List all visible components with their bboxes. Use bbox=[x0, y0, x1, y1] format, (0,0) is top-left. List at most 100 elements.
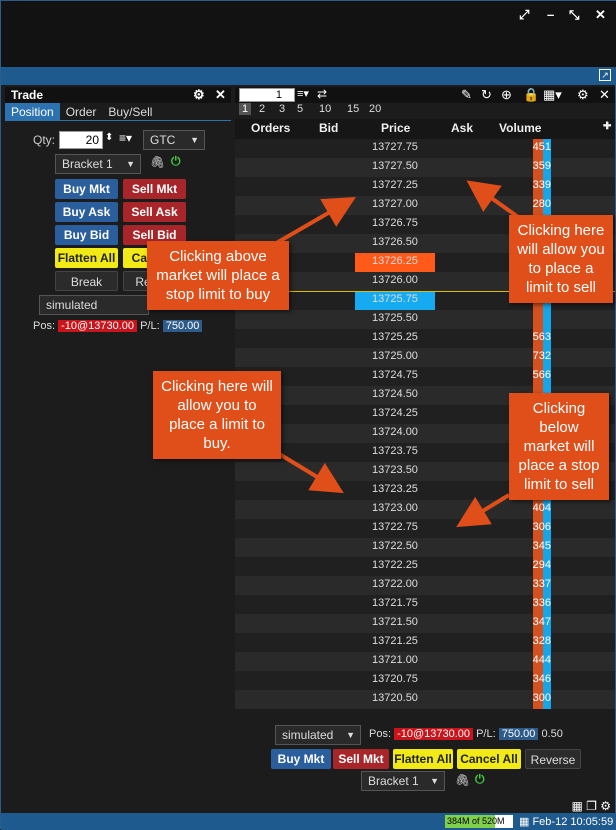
ladder-row[interactable]: 13722.25 294 bbox=[235, 557, 615, 576]
qty-input[interactable]: 20 bbox=[59, 131, 103, 149]
ladder-row[interactable]: 13721.00 444 bbox=[235, 652, 615, 671]
col-ask[interactable]: Ask bbox=[451, 121, 473, 135]
ladder-row[interactable]: 13724.75 566 bbox=[235, 367, 615, 386]
account-select[interactable]: simulated bbox=[39, 295, 149, 315]
lock-icon[interactable]: 🔒 bbox=[523, 87, 539, 103]
gear-icon[interactable]: ⚙ bbox=[600, 799, 611, 813]
ladder-sell-mkt-button[interactable]: Sell Mkt bbox=[333, 749, 389, 769]
close-icon[interactable]: ✕ bbox=[215, 87, 226, 103]
close-icon[interactable]: ✕ bbox=[595, 7, 606, 23]
gear-icon[interactable]: ⚙ bbox=[193, 87, 205, 103]
ladder-row[interactable]: 13727.50 359 bbox=[235, 158, 615, 177]
price-cell[interactable]: 13722.00 bbox=[355, 578, 435, 590]
price-cell[interactable]: 13723.50 bbox=[355, 464, 435, 476]
close-icon[interactable]: ✕ bbox=[599, 87, 610, 103]
ladder-flatten-all-button[interactable]: Flatten All bbox=[393, 749, 453, 769]
ladder-row[interactable]: 13722.00 337 bbox=[235, 576, 615, 595]
interval-2[interactable]: 2 bbox=[259, 103, 265, 115]
price-cell[interactable]: 13723.75 bbox=[355, 445, 435, 457]
ladder-bracket-select[interactable]: Bracket 1 ▼ bbox=[361, 771, 445, 791]
ladder-row[interactable]: 13722.50 345 bbox=[235, 538, 615, 557]
price-cell[interactable]: 13726.50 bbox=[355, 236, 435, 248]
minimize-icon[interactable]: – bbox=[547, 7, 554, 22]
price-cell[interactable]: 13727.25 bbox=[355, 179, 435, 191]
col-orders[interactable]: Orders bbox=[251, 121, 290, 135]
ladder-qty-spinner[interactable]: 1 bbox=[239, 88, 295, 102]
break-even-button[interactable]: Break Even bbox=[55, 271, 118, 309]
price-cell[interactable]: 13727.50 bbox=[355, 160, 435, 172]
refresh-icon[interactable]: ↻ bbox=[481, 87, 492, 103]
ladder-row[interactable]: 13720.75 346 bbox=[235, 671, 615, 690]
col-volume[interactable]: Volume bbox=[499, 121, 541, 135]
price-cell[interactable]: 13726.25 bbox=[355, 255, 435, 267]
ladder-row[interactable]: 13725.25 563 bbox=[235, 329, 615, 348]
gear-icon[interactable]: ⚙ bbox=[577, 87, 589, 103]
power-icon[interactable]: ⏻ bbox=[475, 772, 485, 787]
copy-icon[interactable]: ❐ bbox=[586, 799, 597, 813]
ladder-row[interactable]: 13721.75 336 bbox=[235, 595, 615, 614]
price-cell[interactable]: 13725.00 bbox=[355, 350, 435, 362]
interval-20[interactable]: 20 bbox=[369, 103, 381, 115]
buy-mkt-button[interactable]: Buy Mkt bbox=[55, 179, 118, 199]
paperclip-icon[interactable]: 🖇 bbox=[455, 773, 470, 787]
price-cell[interactable]: 13724.00 bbox=[355, 426, 435, 438]
price-cell[interactable]: 13727.75 bbox=[355, 141, 435, 153]
ladder-row[interactable]: 13722.75 306 bbox=[235, 519, 615, 538]
popout-icon[interactable]: ↗ bbox=[599, 69, 611, 81]
interval-5[interactable]: 5 bbox=[297, 103, 303, 115]
power-icon[interactable]: ⏻ bbox=[171, 154, 181, 169]
calculator-icon[interactable]: ▦▾ bbox=[543, 87, 562, 103]
price-cell[interactable]: 13725.50 bbox=[355, 312, 435, 324]
ladder-row[interactable]: 13720.50 300 bbox=[235, 690, 615, 709]
price-cell[interactable]: 13723.25 bbox=[355, 483, 435, 495]
interval-15[interactable]: 15 bbox=[347, 103, 359, 115]
qty-menu-icon[interactable]: ≡▾ bbox=[119, 131, 132, 145]
ladder-row[interactable]: 13721.25 328 bbox=[235, 633, 615, 652]
interval-3[interactable]: 3 bbox=[279, 103, 285, 115]
swap-icon[interactable]: ⇄ bbox=[317, 87, 327, 101]
price-cell[interactable]: 13721.25 bbox=[355, 635, 435, 647]
buy-bid-button[interactable]: Buy Bid bbox=[55, 225, 118, 245]
fullscreen-icon[interactable]: ⤢ bbox=[519, 7, 529, 23]
ladder-menu-icon[interactable]: ≡▾ bbox=[297, 87, 309, 100]
price-cell[interactable]: 13726.75 bbox=[355, 217, 435, 229]
tab-position[interactable]: Position bbox=[5, 103, 60, 120]
price-cell[interactable]: 13721.50 bbox=[355, 616, 435, 628]
bracket-select[interactable]: Bracket 1 ▼ bbox=[55, 154, 141, 174]
price-cell[interactable]: 13726.00 bbox=[355, 274, 435, 286]
sell-ask-button[interactable]: Sell Ask bbox=[123, 202, 186, 222]
buy-ask-button[interactable]: Buy Ask bbox=[55, 202, 118, 222]
col-bid[interactable]: Bid bbox=[319, 121, 338, 135]
eraser-icon[interactable]: ✎ bbox=[461, 87, 472, 103]
paperclip-icon[interactable]: 🖇 bbox=[150, 155, 165, 169]
ladder-buy-mkt-button[interactable]: Buy Mkt bbox=[271, 749, 331, 769]
price-cell[interactable]: 13721.75 bbox=[355, 597, 435, 609]
ladder-row[interactable]: 13725.00 732 bbox=[235, 348, 615, 367]
price-cell[interactable]: 13724.25 bbox=[355, 407, 435, 419]
ladder-reverse-button[interactable]: Reverse bbox=[525, 749, 581, 769]
price-cell[interactable]: 13720.50 bbox=[355, 692, 435, 704]
price-cell[interactable]: 13724.75 bbox=[355, 369, 435, 381]
ladder-row[interactable]: 13721.50 347 bbox=[235, 614, 615, 633]
col-price[interactable]: Price bbox=[381, 121, 410, 135]
tif-select[interactable]: GTC ▼ bbox=[143, 130, 205, 150]
price-cell[interactable]: 13720.75 bbox=[355, 673, 435, 685]
price-cell[interactable]: 13722.75 bbox=[355, 521, 435, 533]
restore-icon[interactable]: ⤡ bbox=[569, 7, 579, 23]
center-icon[interactable]: ⊕ bbox=[501, 87, 512, 103]
sell-mkt-button[interactable]: Sell Mkt bbox=[123, 179, 186, 199]
ladder-row[interactable]: 13727.75 451 bbox=[235, 139, 615, 158]
interval-10[interactable]: 10 bbox=[319, 103, 331, 115]
price-cell[interactable]: 13722.25 bbox=[355, 559, 435, 571]
ladder-row[interactable]: 13723.00 404 bbox=[235, 500, 615, 519]
interval-1[interactable]: 1 bbox=[239, 103, 252, 115]
price-cell[interactable]: 13727.00 bbox=[355, 198, 435, 210]
ladder-cancel-all-button[interactable]: Cancel All bbox=[457, 749, 521, 769]
tab-order[interactable]: Order bbox=[60, 103, 103, 120]
qty-stepper[interactable]: ⬍ bbox=[105, 132, 113, 143]
ladder-row[interactable]: 13725.50 bbox=[235, 310, 615, 329]
flatten-all-button[interactable]: Flatten All bbox=[55, 248, 118, 268]
price-cell[interactable]: 13723.00 bbox=[355, 502, 435, 514]
tab-buy-sell[interactable]: Buy/Sell bbox=[102, 103, 158, 120]
price-cell[interactable]: 13724.50 bbox=[355, 388, 435, 400]
